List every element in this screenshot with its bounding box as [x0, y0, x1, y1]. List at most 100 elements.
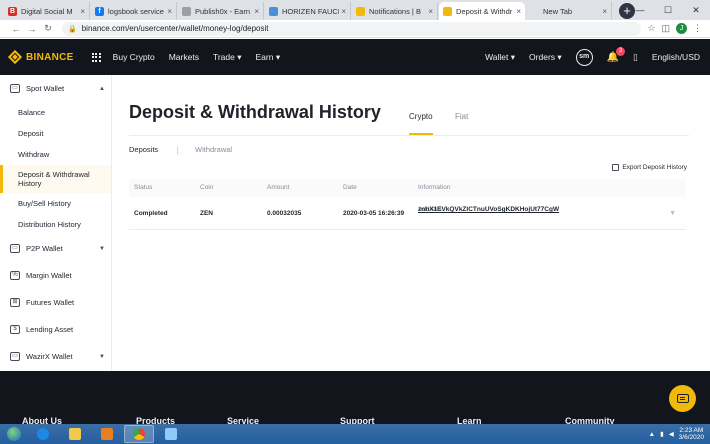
sidebar-item[interactable]: ▭ Spot Wallet ▲ — [0, 75, 111, 102]
sidebar-item-label: Balance — [18, 108, 46, 117]
taskbar-ie[interactable] — [28, 425, 58, 443]
forward-arrow-icon[interactable]: → — [24, 24, 40, 34]
sidebar-item-label: Withdraw — [18, 150, 50, 159]
tab-favicon-icon — [356, 6, 365, 16]
bookmark-star-icon[interactable]: ☆ — [647, 23, 655, 34]
wallet-sidebar: ▭ Spot Wallet ▲ Balance Deposit Withdraw Depos… — [0, 75, 112, 371]
sidebar-item[interactable]: ▭ WazirX Wallet ▼ — [0, 343, 111, 370]
tab-close-icon[interactable]: × — [516, 7, 521, 16]
reload-icon[interactable]: ↻ — [40, 23, 56, 34]
tab-favicon-icon — [269, 6, 278, 16]
col-amount: Amount — [267, 184, 290, 191]
browser-tab[interactable]: B Digital Social M × — [4, 2, 90, 20]
row-status: Completed — [134, 210, 168, 217]
taskbar-chrome[interactable] — [124, 425, 154, 443]
nav-earn[interactable]: Earn ▾ — [255, 52, 280, 63]
menu-dots-icon[interactable]: ⋮ — [693, 23, 702, 34]
taskbar-app[interactable] — [156, 425, 186, 443]
tab-close-icon[interactable]: × — [341, 7, 346, 16]
taskbar-explorer[interactable] — [60, 425, 90, 443]
expand-caret-icon[interactable]: ▼ — [99, 246, 105, 252]
language-selector[interactable]: English/USD — [652, 52, 700, 62]
network-icon[interactable]: ▮ — [660, 430, 664, 438]
sidebar-item[interactable]: Distribution History — [0, 214, 111, 235]
tray-arrow-icon[interactable]: ▲ — [649, 431, 655, 438]
browser-tab[interactable]: Publish0x - Earn × — [178, 2, 264, 20]
tab-close-icon[interactable]: × — [167, 7, 172, 16]
sidebar-item[interactable]: Withdraw — [0, 144, 111, 165]
chrome-icon — [133, 428, 145, 440]
sidebar-item[interactable]: Deposit & Withdrawal History — [0, 165, 111, 193]
tab-crypto[interactable]: Crypto — [409, 112, 433, 121]
sidebar-item-label: Futures Wallet — [26, 298, 75, 307]
window-controls: — ☐ ✕ — [626, 0, 710, 20]
nav-buy-crypto[interactable]: Buy Crypto — [113, 52, 155, 62]
back-arrow-icon[interactable]: ← — [8, 24, 24, 34]
sidebar-item[interactable]: $ Lending Asset — [0, 316, 111, 343]
notification-bell-icon[interactable]: 🔔 3 — [607, 46, 626, 63]
maximize-button[interactable]: ☐ — [654, 0, 682, 20]
sidebar-item[interactable]: ▭ P2P Wallet ▼ — [0, 235, 111, 262]
wallet-icon: ▭ — [10, 84, 20, 93]
clock-date: 3/6/2020 — [678, 434, 704, 441]
tab-favicon-icon: B — [8, 6, 17, 16]
row-amount: 0.00032035 — [267, 210, 302, 217]
sidebar-item-label: Lending Asset — [26, 325, 74, 334]
apps-grid-icon[interactable] — [91, 52, 101, 62]
tab-favicon-icon — [530, 7, 539, 16]
taskbar-media[interactable] — [92, 425, 122, 443]
sidebar-item[interactable]: Balance — [0, 102, 111, 123]
table-row[interactable]: Completed ZEN 0.00032035 2020-03-05 16:2… — [129, 197, 686, 230]
export-deposit-history-button[interactable]: Export Deposit History — [612, 164, 687, 171]
nav-trade[interactable]: Trade ▾ — [213, 52, 242, 63]
user-avatar[interactable]: sm — [575, 48, 593, 66]
close-window-button[interactable]: ✕ — [682, 0, 710, 20]
col-coin: Coin — [200, 184, 214, 191]
tab-close-icon[interactable]: × — [428, 7, 433, 16]
windows-taskbar: ▲ ▮ ◀ 2:23 AM 3/6/2020 — [0, 424, 710, 444]
browser-tab[interactable]: Deposit & Withdr × — [439, 2, 525, 20]
wallet-icon: ▭ — [10, 352, 20, 361]
orders-menu[interactable]: Orders ▾ — [529, 52, 562, 63]
browser-tab[interactable]: New Tab × — [526, 2, 612, 20]
tab-title: Publish0x - Earn — [195, 6, 251, 16]
tab-favicon-icon — [443, 6, 452, 16]
volume-icon[interactable]: ◀ — [669, 430, 674, 438]
media-player-icon — [101, 428, 113, 440]
nav-markets[interactable]: Markets — [169, 52, 199, 62]
tab-close-icon[interactable]: × — [254, 7, 259, 16]
expand-caret-icon[interactable]: ▼ — [99, 354, 105, 360]
window-app-icon — [165, 428, 177, 440]
folder-icon — [69, 428, 81, 440]
expand-caret-icon[interactable]: ▲ — [99, 86, 105, 92]
minimize-button[interactable]: — — [626, 0, 654, 20]
expand-row-chevron-icon[interactable]: ▼ — [669, 197, 676, 230]
system-tray: ▲ ▮ ◀ 2:23 AM 3/6/2020 — [649, 427, 710, 441]
subtab-withdrawal[interactable]: Withdrawal — [195, 145, 232, 154]
download-app-icon[interactable]: ▯ — [633, 52, 638, 63]
start-button[interactable] — [0, 424, 28, 444]
browser-tab[interactable]: Notifications | B × — [352, 2, 438, 20]
browser-tab[interactable]: f logsbook service × — [91, 2, 177, 20]
tab-close-icon[interactable]: × — [80, 7, 85, 16]
sidebar-item-label: P2P Wallet — [26, 244, 63, 253]
browser-tab[interactable]: HORIZEN FAUCE × — [265, 2, 351, 20]
sidebar-item[interactable]: % Margin Wallet — [0, 262, 111, 289]
wallet-menu[interactable]: Wallet ▾ — [485, 52, 515, 63]
url-input[interactable]: 🔒 binance.com/en/usercenter/wallet/money… — [62, 21, 642, 36]
subtab-deposits[interactable]: Deposits — [129, 145, 158, 154]
sidebar-item[interactable]: Deposit — [0, 123, 111, 144]
support-chat-button[interactable] — [669, 385, 696, 412]
sidebar-item[interactable]: Buy/Sell History — [0, 193, 111, 214]
wallet-icon: % — [10, 271, 20, 280]
tab-close-icon[interactable]: × — [602, 7, 607, 16]
address-link[interactable]: znhX1EVkQVkZICTnuUVoSgKDKHojUt77CgW — [418, 206, 559, 214]
tab-title: Digital Social M — [21, 6, 73, 16]
extension-icon[interactable]: ◫ — [661, 23, 670, 34]
url-text: binance.com/en/usercenter/wallet/money-l… — [81, 24, 269, 33]
binance-logo[interactable]: BINANCE — [7, 49, 74, 65]
tab-fiat[interactable]: Fiat — [455, 112, 468, 121]
profile-avatar[interactable]: J — [676, 23, 687, 34]
clock[interactable]: 2:23 AM 3/6/2020 — [679, 427, 704, 441]
sidebar-item[interactable]: ⊞ Futures Wallet — [0, 289, 111, 316]
